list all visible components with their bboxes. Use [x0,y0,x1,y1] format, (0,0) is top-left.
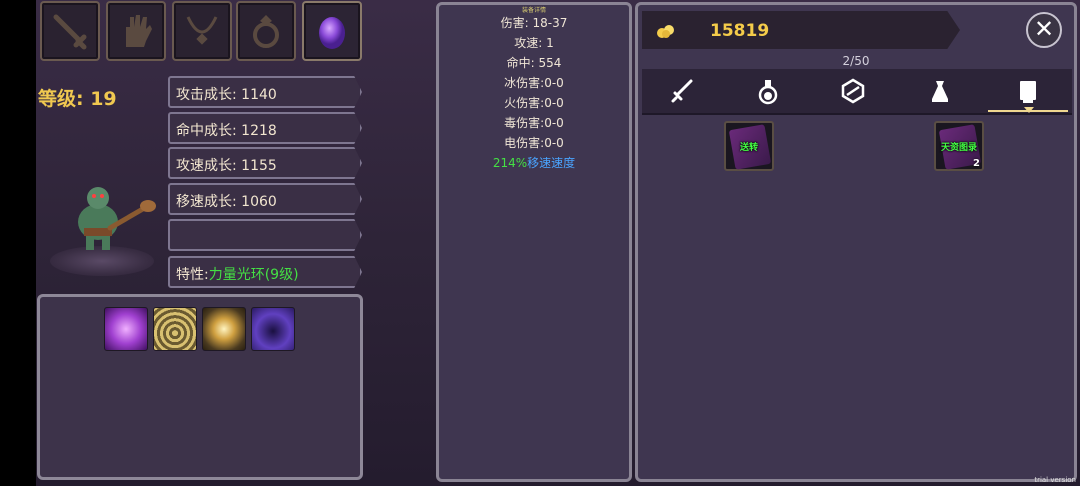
tab-weapons[interactable] [666,77,700,107]
sword-icon [53,14,87,50]
golden-orb-skill-icon[interactable] [202,307,246,351]
stat-empty-row [168,219,362,251]
potion-tab-icon [758,80,778,105]
purple-spirit-skill-icon[interactable] [251,307,295,351]
watermark-text: trial version [1034,476,1076,484]
equip-slot-gloves[interactable] [106,1,166,61]
detail-accuracy: 命中: 554 [506,56,562,70]
detail-header: 装备详情 [521,7,546,14]
detail-poison-damage: 毒伤害:0-0 [504,116,564,130]
gold-amount: 15819 [710,21,770,41]
game-screen: 等级: 19 攻击成长: 1140 命中成长: 1218 攻速成长: 1155 … [0,0,1080,486]
item-label: 天资图录 [940,143,977,153]
stat-hit-growth-text: 命中成长: 1218 [176,123,277,139]
golden-shockwave-skill-icon[interactable] [153,307,197,351]
stat-hit-growth: 命中成长: 1218 [168,112,362,144]
tab-bags[interactable] [923,77,957,107]
detail-ice-damage: 冰伤害:0-0 [504,76,564,90]
inventory-capacity: 2/50 [842,54,870,68]
stat-attack-growth: 攻击成长: 1140 [168,76,362,108]
bag-tab-icon [932,81,948,102]
trait-label: 特性: [176,267,209,283]
detail-attack-speed: 攻速: 1 [514,36,554,50]
skills-panel [37,294,363,480]
stat-speed-growth-text: 攻速成长: 1155 [176,158,277,174]
attribute-detail-panel: 装备详情 伤害: 18-37 攻速: 1 命中: 554 冰伤害:0-0 火伤害… [436,2,632,482]
inventory-item-1[interactable]: 送转 [724,121,774,171]
stat-move-growth: 移速成长: 1060 [168,183,362,215]
tab-potions[interactable] [751,77,785,107]
equip-slot-weapon[interactable] [40,1,100,61]
inventory-panel: 15819 ✕ 2/50 送转 天资图录 2 [635,2,1077,482]
detail-fire-damage: 火伤害:0-0 [504,96,564,110]
equip-slot-necklace[interactable] [172,1,232,61]
detail-electric-damage: 电伤害:0-0 [504,136,564,150]
stat-trait-text: 特性:力量光环(9级) [176,264,299,284]
ring-icon [253,15,279,48]
tab-gems[interactable] [836,77,870,107]
detail-move-speed: 214%移速速度 [439,154,629,171]
gold-coins-icon [657,25,674,38]
active-tab-caret [1024,107,1034,113]
sword-tab-icon [671,79,693,103]
gem-tab-icon [841,78,865,104]
gold-bar: 15819 [642,11,960,49]
purple-warrior-skill-icon[interactable] [104,307,148,351]
move-speed-label: 移速速度 [527,156,576,170]
trait-value: 力量光环(9级) [208,267,299,283]
tab-books[interactable] [1011,77,1045,107]
character-level: 等级: 19 [38,88,117,110]
equip-slot-pet[interactable] [302,1,362,61]
stat-attack-growth-text: 攻击成长: 1140 [176,87,277,103]
ogre-character-icon [78,187,156,250]
move-speed-value: 214% [492,156,528,170]
book-tab-icon [1020,81,1036,103]
item-count: 2 [973,158,980,169]
stat-speed-growth: 攻速成长: 1155 [168,147,362,179]
inventory-tabs [642,69,1072,115]
detail-damage: 伤害: 18-37 [500,16,568,30]
left-letterbox [0,0,36,486]
equip-slot-ring[interactable] [236,1,296,61]
inventory-item-2[interactable]: 天资图录 2 [934,121,984,171]
item-label: 送转 [739,143,758,153]
stat-trait: 特性:力量光环(9级) [168,256,362,288]
glove-icon [126,15,152,47]
stat-move-growth-text: 移速成长: 1060 [176,194,277,210]
pet-egg-icon [319,17,345,49]
necklace-icon [186,16,218,45]
close-button[interactable]: ✕ [1026,12,1062,48]
